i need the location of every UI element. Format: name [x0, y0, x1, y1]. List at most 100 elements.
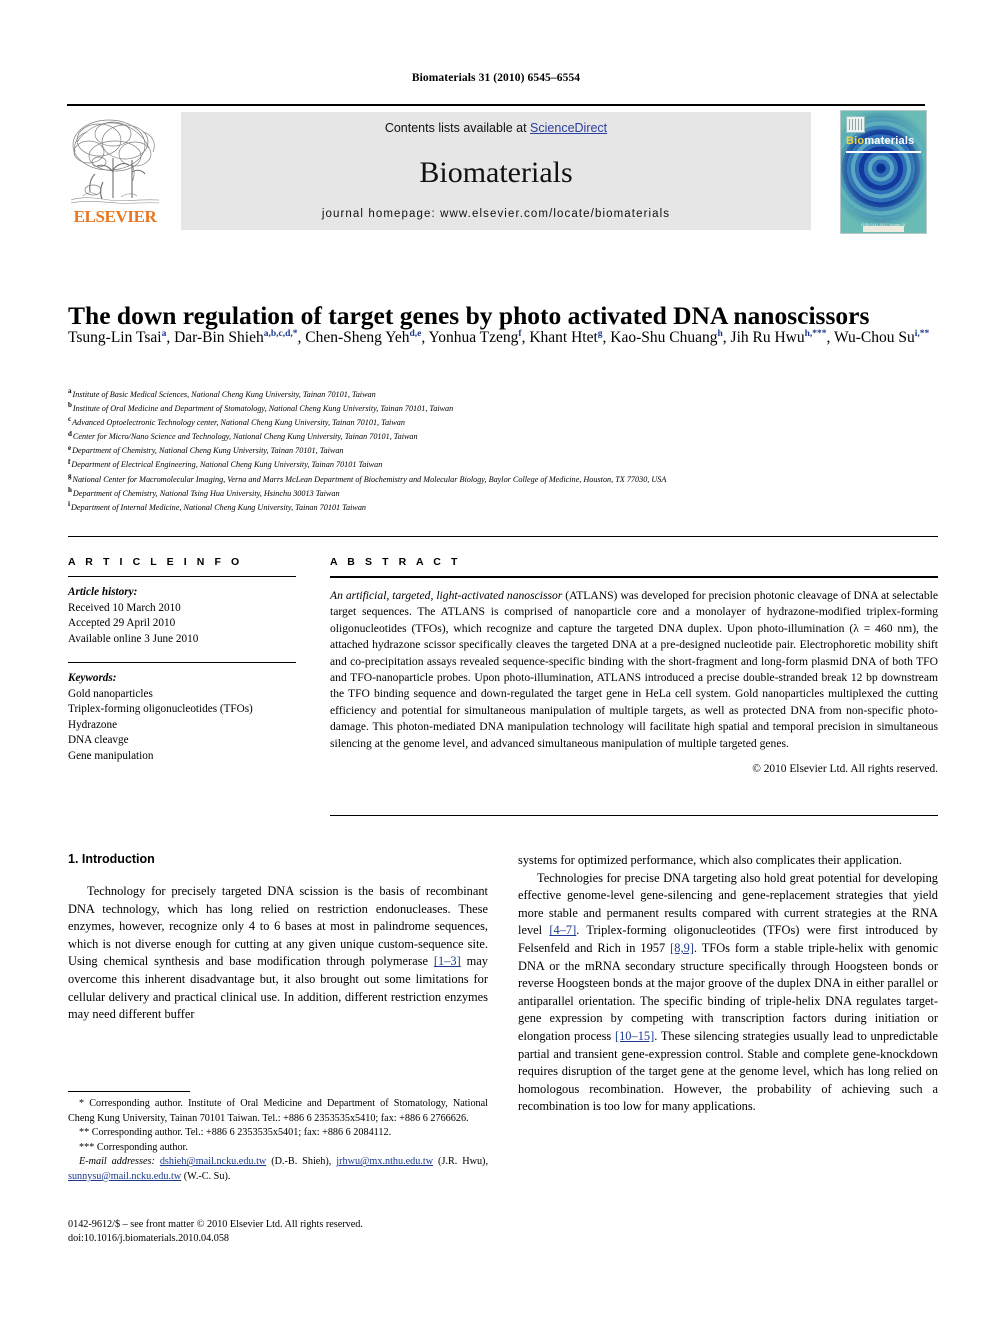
- footnote-separator: [68, 1091, 190, 1092]
- email-link-hwu[interactable]: jrhwu@mx.nthu.edu.tw: [336, 1156, 433, 1167]
- article-first-page: Biomaterials 31 (2010) 6545–6554 ELSEVIE…: [0, 0, 992, 1323]
- elsevier-wordmark: ELSEVIER: [73, 207, 157, 226]
- article-info-heading: A R T I C L E I N F O: [68, 556, 243, 568]
- intro-p2-part3: . TFOs form a stable triple-helix with g…: [518, 940, 938, 1043]
- author-name[interactable]: Kao-Shu Chuang: [610, 329, 717, 346]
- author-name[interactable]: Khant Htet: [529, 329, 597, 346]
- affiliation-text: Institute of Basic Medical Sciences, Nat…: [72, 390, 376, 399]
- email-link-su[interactable]: sunnysu@mail.ncku.edu.tw: [68, 1171, 181, 1182]
- abstract-lead-italic: An artificial, targeted, light-activated…: [330, 589, 563, 602]
- elsevier-tree-icon: [69, 112, 161, 206]
- affiliation-mark: c: [68, 415, 72, 424]
- citation-8-9[interactable]: [8,9]: [670, 941, 694, 955]
- email-link-shieh[interactable]: dshieh@mail.ncku.edu.tw: [160, 1156, 266, 1167]
- introduction-heading: 1. Introduction: [68, 852, 155, 866]
- affiliation-text: Department of Internal Medicine, Nationa…: [70, 502, 366, 512]
- article-history-item: Received 10 March 2010: [68, 601, 181, 614]
- journal-cover-thumbnail: Biomaterials ISSN 0142-9612 Volume 31: [840, 110, 927, 234]
- intro-paragraph-1: Technology for precisely targeted DNA sc…: [68, 883, 488, 1024]
- journal-band: Contents lists available at ScienceDirec…: [181, 112, 811, 230]
- journal-title: Biomaterials: [419, 156, 573, 189]
- keyword-item[interactable]: Triplex-forming oligonucleotides (TFOs): [68, 702, 296, 718]
- elsevier-logo: ELSEVIER: [67, 112, 163, 230]
- affiliation-mark: a: [68, 387, 72, 396]
- doi-line[interactable]: doi:10.1016/j.biomaterials.2010.04.058: [68, 1232, 498, 1246]
- author-name[interactable]: Yonhua Tzeng: [429, 329, 519, 346]
- abstract-body: An artificial, targeted, light-activated…: [330, 588, 938, 752]
- keyword-item[interactable]: DNA cleavge: [68, 733, 296, 749]
- article-info-rule: [68, 576, 296, 577]
- author-affiliation-mark: f: [518, 328, 522, 339]
- info-block-top-rule: [68, 536, 938, 537]
- affiliation-item: fDepartment of Electrical Engineering, N…: [68, 458, 948, 472]
- cover-divider: [846, 151, 921, 153]
- intro-p1-part1: Technology for precisely targeted DNA sc…: [68, 884, 488, 969]
- author-name[interactable]: Wu-Chou Su: [834, 329, 915, 346]
- article-history-item: Accepted 29 April 2010: [68, 617, 176, 629]
- author-affiliation-mark: h: [717, 328, 723, 339]
- author-name[interactable]: Jih Ru Hwu: [731, 329, 805, 346]
- article-history-group: Article history: Received 10 March 2010 A…: [68, 585, 296, 647]
- affiliation-mark: g: [68, 471, 72, 480]
- author-affiliation-mark: d,e: [409, 328, 422, 339]
- cover-title-rest: materials: [864, 135, 915, 147]
- contents-available-line: Contents lists available at ScienceDirec…: [181, 121, 811, 135]
- affiliation-text: Institute of Oral Medicine and Departmen…: [72, 404, 454, 414]
- corresponding-author-1: * Corresponding author. Institute of Ora…: [68, 1098, 488, 1124]
- cover-title-first: Bio: [846, 135, 865, 147]
- email-owner-3: (W.-C. Su).: [181, 1170, 231, 1182]
- footnote-block: * Corresponding author. Institute of Ora…: [68, 1097, 488, 1185]
- affiliation-mark: d: [68, 429, 72, 438]
- article-info-column: A R T I C L E I N F O Article history: R…: [68, 556, 296, 764]
- affiliation-item: eDepartment of Chemistry, National Cheng…: [68, 444, 948, 458]
- affiliation-item: bInstitute of Oral Medicine and Departme…: [68, 402, 948, 416]
- citation-1-3[interactable]: [1–3]: [434, 954, 461, 968]
- citation-4-7[interactable]: [4–7]: [549, 923, 576, 937]
- author-affiliation-mark: a,b,c,d,*: [263, 328, 298, 339]
- masthead-top-rule: [67, 104, 925, 106]
- email-owner-1: (D.-B. Shieh),: [266, 1156, 337, 1168]
- abstract-rule: [330, 576, 938, 578]
- author-name[interactable]: Tsung-Lin Tsai: [68, 329, 162, 346]
- affiliation-text: Center for Micro/Nano Science and Techno…: [72, 432, 418, 442]
- cover-publisher-icon: [846, 116, 865, 133]
- abstract-column: A B S T R A C T An artificial, targeted,…: [330, 556, 938, 775]
- journal-homepage-line[interactable]: journal homepage: www.elsevier.com/locat…: [181, 208, 811, 220]
- affiliation-mark: e: [68, 443, 72, 452]
- article-history-items: Received 10 March 2010 Accepted 29 April …: [68, 601, 296, 648]
- citation-10-15[interactable]: [10–15]: [615, 1029, 654, 1043]
- abstract-text: (ATLANS) was developed for precision pho…: [330, 589, 938, 750]
- running-head: Biomaterials 31 (2010) 6545–6554: [411, 72, 581, 84]
- copyright-line: © 2010 Elsevier Ltd. All rights reserved…: [752, 763, 938, 776]
- affiliation-text: National Center for Macromolecular Imagi…: [72, 474, 667, 484]
- journal-masthead: ELSEVIER Contents lists available at Sci…: [67, 104, 927, 234]
- author-affiliation-mark: g: [597, 328, 603, 339]
- author-affiliation-mark: i,**: [914, 328, 930, 339]
- affiliation-mark: h: [68, 485, 72, 494]
- sciencedirect-link[interactable]: ScienceDirect: [530, 121, 607, 135]
- issn-line: 0142-9612/$ – see front matter © 2010 El…: [68, 1219, 363, 1230]
- affiliation-item: gNational Center for Macromolecular Imag…: [68, 471, 948, 487]
- author-name[interactable]: Chen-Sheng Yeh: [305, 329, 409, 346]
- body-column-left: 1. Introduction Technology for precisely…: [68, 852, 488, 1024]
- keywords-label: Keywords:: [68, 672, 117, 684]
- affiliation-item: dCenter for Micro/Nano Science and Techn…: [68, 430, 948, 444]
- affiliation-text: Department of Chemistry, National Tsing …: [72, 488, 340, 498]
- article-history-item: Available online 3 June 2010: [68, 632, 199, 645]
- affiliation-text: Department of Electrical Engineering, Na…: [71, 460, 383, 470]
- author-affiliation-mark: h,***: [804, 328, 827, 339]
- affiliation-item: hDepartment of Chemistry, National Tsing…: [68, 485, 948, 501]
- keyword-item[interactable]: Gene manipulation: [68, 749, 296, 765]
- keywords-rule: [68, 662, 296, 663]
- email-owner-2: (J.R. Hwu),: [433, 1156, 488, 1168]
- author-name[interactable]: Dar-Bin Shieh: [174, 329, 264, 346]
- intro-paragraph-1-cont: systems for optimized performance, which…: [518, 853, 902, 867]
- keyword-item[interactable]: Hydrazone: [68, 718, 296, 734]
- abstract-heading: A B S T R A C T: [330, 556, 461, 568]
- keyword-item[interactable]: Gold nanoparticles: [68, 687, 296, 703]
- affiliation-item: aInstitute of Basic Medical Sciences, Na…: [68, 388, 948, 402]
- affiliation-mark: b: [68, 401, 72, 410]
- author-list: Tsung-Lin Tsaia, Dar-Bin Shieha,b,c,d,*,…: [68, 328, 930, 346]
- body-column-right: systems for optimized performance, which…: [518, 852, 938, 1116]
